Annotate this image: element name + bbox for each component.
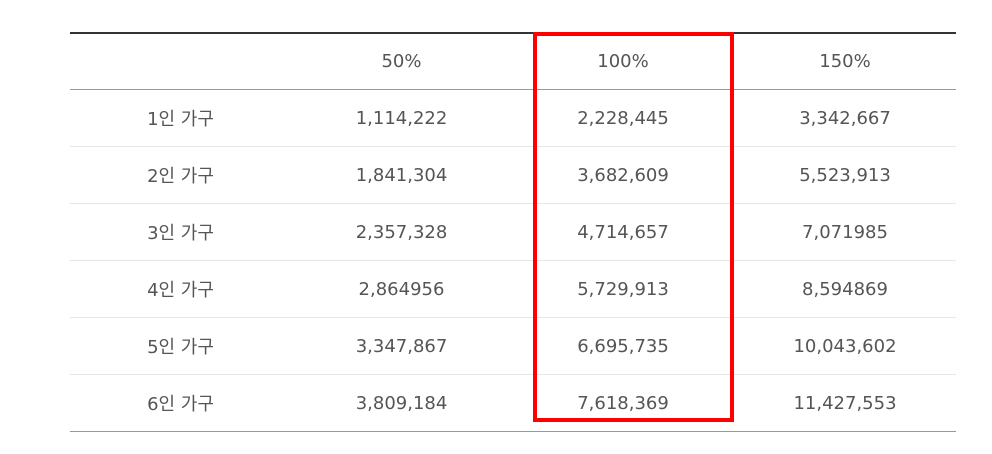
household-size-cell: 6인 가구 [70,374,291,432]
household-size-cell: 5인 가구 [70,317,291,375]
household-size-cell: 1인 가구 [147,109,214,130]
value-100pct-cell: 7,618,369 [512,374,734,432]
value-50pct-cell: 3,809,184 [291,374,512,432]
value-50pct-cell: 1,114,222 [355,107,448,129]
table-row: 2인 가구 1,841,304 3,682,609 5,523,913 [70,146,956,204]
header-cell-empty [70,33,291,90]
value-100pct-cell: 3,682,609 [512,146,734,204]
value-50pct-cell: 1,841,304 [291,146,512,204]
value-150pct-cell: 3,342,667 [799,107,891,129]
value-50pct-cell: 2,864956 [291,260,512,318]
income-table: 50% 100% 150% 1인 가구 1,114,222 2,228,445 … [70,32,956,432]
value-100pct-cell: 6,695,735 [512,317,734,375]
header-cell-150pct: 150% [734,33,956,90]
household-size-cell: 2인 가구 [70,146,291,204]
header-cell-100pct: 100% [512,33,734,90]
table-row: 4인 가구 2,864956 5,729,913 8,594869 [70,260,956,318]
table-row: 6인 가구 3,809,184 7,618,369 11,427,553 [70,374,956,432]
value-50pct-cell: 2,357,328 [291,203,512,261]
value-100pct-cell: 4,714,657 [512,203,734,261]
table-row: 3인 가구 2,357,328 4,714,657 7,071985 [70,203,956,261]
value-50pct-cell: 3,347,867 [291,317,512,375]
table-row: 5인 가구 3,347,867 6,695,735 10,043,602 [70,317,956,375]
value-150pct-cell: 11,427,553 [734,374,956,432]
table-header-row: 50% 100% 150% [70,33,956,90]
value-150pct-cell: 5,523,913 [734,146,956,204]
header-cell-50pct: 50% [291,33,512,90]
value-100pct-cell: 5,729,913 [512,260,734,318]
household-size-cell: 4인 가구 [70,260,291,318]
household-size-cell: 3인 가구 [70,203,291,261]
value-150pct-cell: 10,043,602 [734,317,956,375]
table-row: 1인 가구 1,114,222 2,228,445 3,342,667 [70,90,956,147]
value-150pct-cell: 8,594869 [734,260,956,318]
income-table-container: 50% 100% 150% 1인 가구 1,114,222 2,228,445 … [70,32,956,432]
value-100pct-cell: 2,228,445 [577,107,669,129]
value-150pct-cell: 7,071985 [734,203,956,261]
